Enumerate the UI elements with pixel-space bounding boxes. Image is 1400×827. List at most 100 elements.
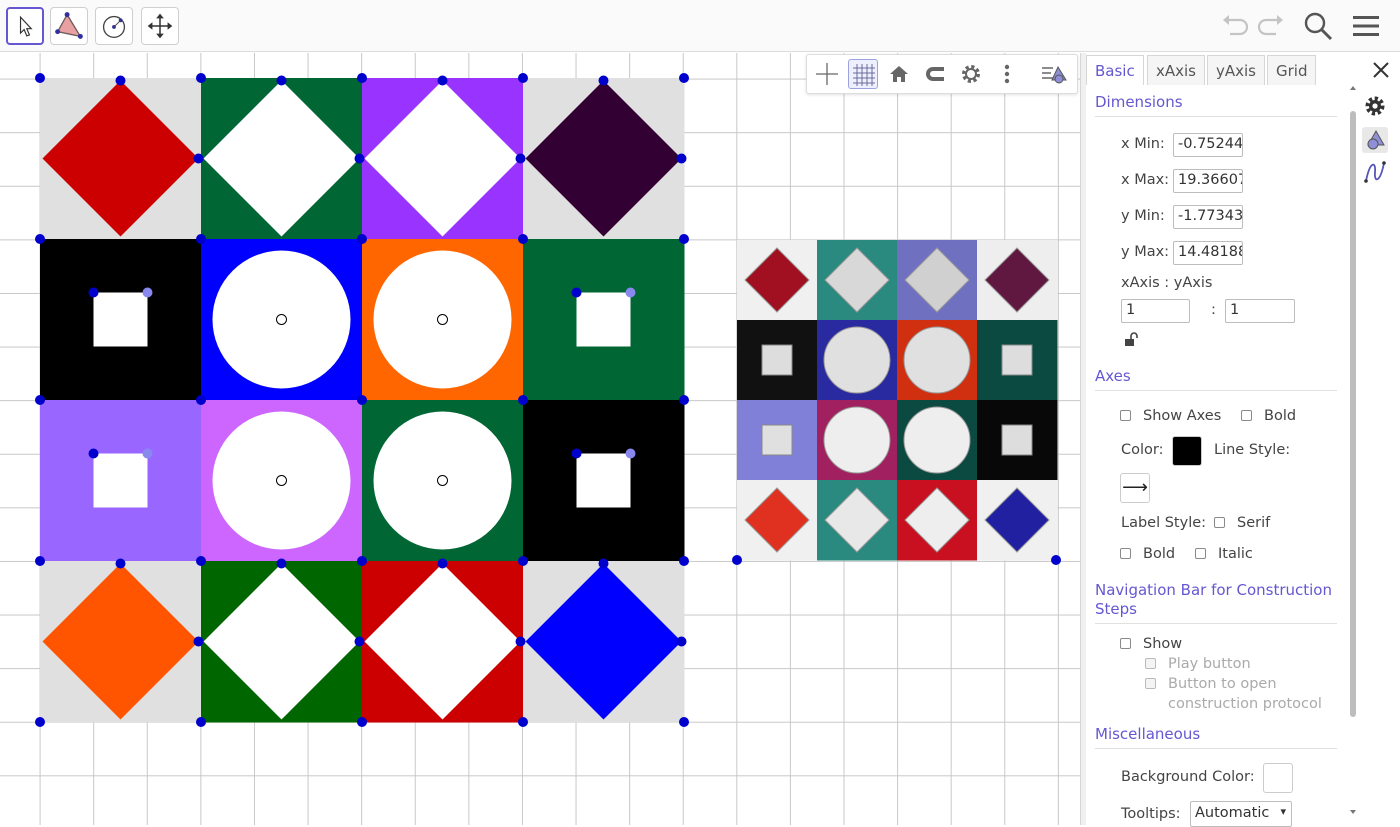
point[interactable]: [88, 448, 99, 459]
center-point[interactable]: [276, 314, 287, 325]
search-icon[interactable]: [1302, 10, 1334, 42]
grid-point[interactable]: [679, 73, 689, 83]
point[interactable]: [193, 153, 204, 164]
axes-color-swatch[interactable]: [1172, 436, 1202, 466]
grid-point[interactable]: [196, 395, 206, 405]
point[interactable]: [515, 153, 526, 164]
point[interactable]: [515, 636, 526, 647]
axes-toggle-button[interactable]: [812, 59, 842, 89]
point[interactable]: [676, 153, 687, 164]
point[interactable]: [676, 636, 687, 647]
grid-point[interactable]: [518, 73, 528, 83]
line-style-button[interactable]: ⟶: [1120, 473, 1150, 503]
tab-xaxis[interactable]: xAxis: [1147, 55, 1205, 85]
photo-circle[interactable]: [823, 406, 891, 474]
square-shape[interactable]: [576, 453, 631, 508]
show-navigation-checkbox[interactable]: [1120, 638, 1131, 649]
move-graphics-tool-button[interactable]: [141, 7, 179, 45]
photo-square[interactable]: [761, 344, 793, 376]
grid-point[interactable]: [518, 395, 528, 405]
grid-point[interactable]: [679, 234, 689, 244]
grid-point[interactable]: [35, 73, 45, 83]
italic-checkbox[interactable]: [1195, 548, 1206, 559]
point[interactable]: [142, 448, 153, 459]
grid-point[interactable]: [679, 395, 689, 405]
tab-yaxis[interactable]: yAxis: [1207, 55, 1265, 85]
label-bold-checkbox[interactable]: [1120, 548, 1131, 559]
point[interactable]: [437, 558, 448, 569]
xmin-input[interactable]: -0.75244: [1173, 133, 1243, 157]
grid-point[interactable]: [35, 556, 45, 566]
show-axes-checkbox[interactable]: [1120, 410, 1131, 421]
center-point[interactable]: [437, 314, 448, 325]
move-tool-button[interactable]: [6, 7, 44, 45]
point[interactable]: [276, 558, 287, 569]
grid-point[interactable]: [196, 73, 206, 83]
point[interactable]: [354, 153, 365, 164]
menu-icon[interactable]: [1350, 10, 1382, 42]
point[interactable]: [193, 636, 204, 647]
point[interactable]: [115, 558, 126, 569]
tab-grid[interactable]: Grid: [1267, 55, 1317, 85]
point[interactable]: [437, 75, 448, 86]
grid-point[interactable]: [35, 717, 45, 727]
circle-tool-button[interactable]: [95, 7, 133, 45]
point[interactable]: [571, 448, 582, 459]
grid-point[interactable]: [357, 556, 367, 566]
more-button[interactable]: [992, 59, 1022, 89]
gear-icon[interactable]: [1362, 93, 1388, 119]
image-corner-point[interactable]: [732, 555, 742, 565]
grid-point[interactable]: [196, 717, 206, 727]
point[interactable]: [625, 287, 636, 298]
scroll-up-icon[interactable]: [1348, 83, 1358, 93]
undo-icon[interactable]: [1218, 10, 1250, 42]
grid-point[interactable]: [679, 556, 689, 566]
image-corner-point[interactable]: [1051, 555, 1061, 565]
grid-point[interactable]: [518, 556, 528, 566]
panel-toggle-button[interactable]: [1039, 59, 1069, 89]
point[interactable]: [598, 75, 609, 86]
center-point[interactable]: [276, 475, 287, 486]
serif-checkbox[interactable]: [1214, 517, 1225, 528]
grid-point[interactable]: [35, 234, 45, 244]
graphics-view[interactable]: [0, 53, 1080, 825]
photo-square[interactable]: [1001, 344, 1033, 376]
grid-toggle-button[interactable]: [848, 59, 878, 89]
photo-square[interactable]: [761, 424, 793, 456]
grid-point[interactable]: [196, 556, 206, 566]
grid-point[interactable]: [357, 395, 367, 405]
tooltips-select[interactable]: Automatic ▾: [1190, 801, 1292, 827]
grid-point[interactable]: [357, 717, 367, 727]
grid-point[interactable]: [518, 717, 528, 727]
point[interactable]: [142, 287, 153, 298]
ratio-x-input[interactable]: 1: [1121, 299, 1190, 323]
polygon-tool-button[interactable]: [50, 7, 88, 45]
photo-circle[interactable]: [903, 406, 971, 474]
home-button[interactable]: [884, 59, 914, 89]
ratio-y-input[interactable]: 1: [1225, 299, 1295, 323]
grid-point[interactable]: [357, 234, 367, 244]
photo-circle[interactable]: [903, 326, 971, 394]
point[interactable]: [625, 448, 636, 459]
center-point[interactable]: [437, 475, 448, 486]
grid-point[interactable]: [357, 73, 367, 83]
scroll-down-icon[interactable]: [1348, 807, 1358, 817]
point[interactable]: [354, 636, 365, 647]
background-color-swatch[interactable]: [1263, 763, 1293, 793]
square-shape[interactable]: [93, 292, 148, 347]
grid-point[interactable]: [679, 717, 689, 727]
close-icon[interactable]: [1372, 61, 1390, 79]
square-shape[interactable]: [576, 292, 631, 347]
ymax-input[interactable]: 14.48188: [1173, 241, 1243, 265]
xmax-input[interactable]: 19.36607: [1173, 169, 1243, 193]
photo-circle[interactable]: [823, 326, 891, 394]
point[interactable]: [115, 75, 126, 86]
square-shape[interactable]: [93, 453, 148, 508]
point[interactable]: [598, 558, 609, 569]
point[interactable]: [276, 75, 287, 86]
settings-button[interactable]: [956, 59, 986, 89]
ymin-input[interactable]: -1.77343: [1173, 205, 1243, 229]
grid-point[interactable]: [35, 395, 45, 405]
bold-axes-checkbox[interactable]: [1241, 410, 1252, 421]
unlock-icon[interactable]: [1123, 331, 1139, 347]
